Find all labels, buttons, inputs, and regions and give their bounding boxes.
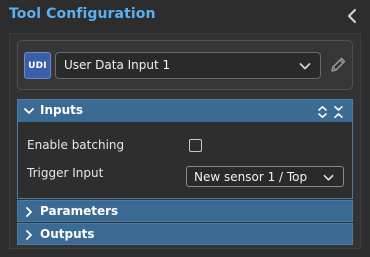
parameters-section: Parameters	[17, 200, 353, 222]
parameters-section-title: Parameters	[40, 204, 119, 218]
tool-configuration-panel: Tool Configuration UDI User Data Input 1	[0, 0, 370, 257]
chevron-right-icon	[26, 207, 32, 217]
inputs-section-title: Inputs	[40, 103, 84, 117]
enable-batching-label: Enable batching	[27, 138, 125, 152]
parameters-section-header[interactable]: Parameters	[18, 201, 352, 223]
panel-title: Tool Configuration	[9, 6, 156, 22]
trigger-input-value: New sensor 1 / Top	[194, 170, 308, 184]
chevron-down-icon	[323, 174, 334, 181]
udi-icon: UDI	[24, 52, 51, 79]
inputs-section-header[interactable]: Inputs	[18, 100, 352, 122]
chevron-right-icon	[26, 230, 32, 240]
outputs-section-title: Outputs	[40, 227, 95, 241]
inputs-section: Inputs Enable batching Trigger Input New…	[17, 99, 353, 199]
tool-select-value: User Data Input 1	[64, 58, 171, 72]
section-header-actions	[316, 104, 346, 118]
tool-select[interactable]: User Data Input 1	[55, 52, 321, 79]
expand-all-button[interactable]	[316, 104, 329, 118]
pencil-icon	[331, 57, 346, 72]
outputs-section: Outputs	[17, 223, 353, 245]
trigger-input-label: Trigger Input	[27, 166, 104, 180]
collapse-all-button[interactable]	[332, 104, 345, 118]
enable-batching-checkbox[interactable]	[189, 139, 202, 152]
outputs-section-header[interactable]: Outputs	[18, 224, 352, 246]
edit-tool-button[interactable]	[327, 54, 349, 76]
chevron-left-icon	[347, 8, 357, 24]
chevron-down-icon	[24, 108, 34, 114]
collapse-all-icon	[334, 105, 343, 118]
trigger-input-select[interactable]: New sensor 1 / Top	[186, 166, 344, 187]
inputs-section-body: Enable batching Trigger Input New sensor…	[18, 122, 352, 198]
chevron-down-icon	[299, 63, 311, 70]
collapse-panel-button[interactable]	[344, 7, 360, 25]
expand-all-icon	[318, 105, 327, 118]
panel-header: Tool Configuration	[0, 0, 370, 34]
tool-selector-row: UDI User Data Input 1	[17, 40, 353, 90]
